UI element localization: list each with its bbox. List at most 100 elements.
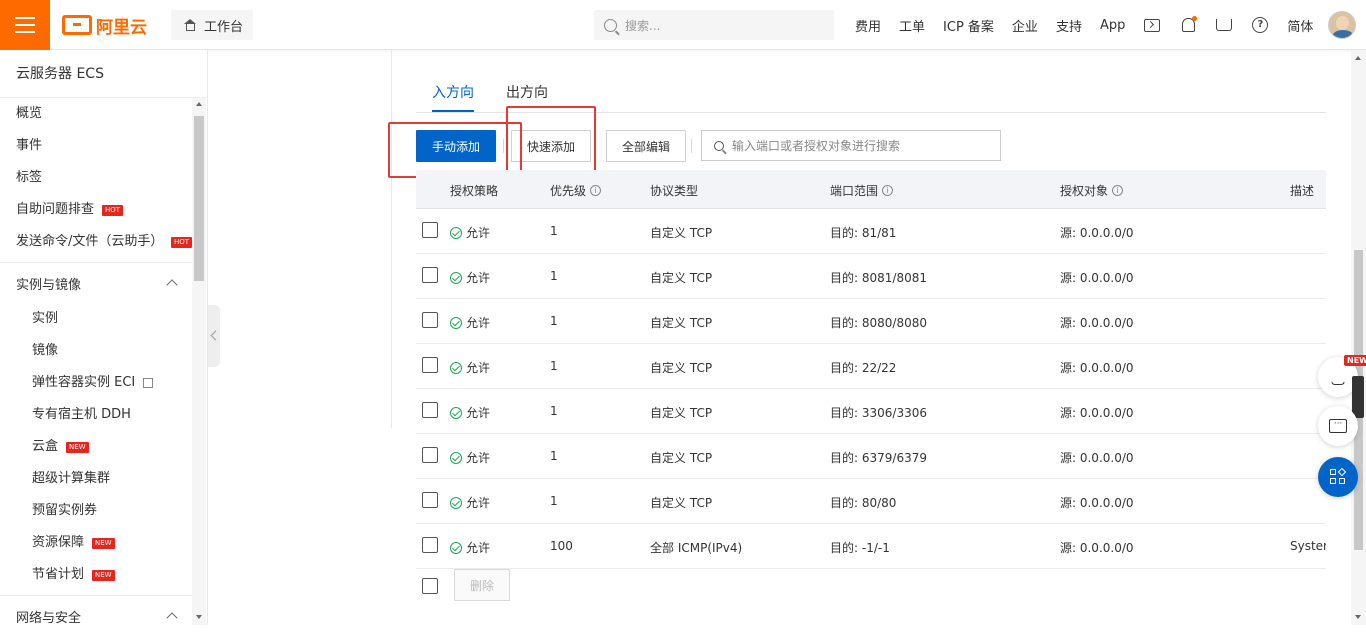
workbench-button[interactable]: 工作台: [171, 10, 253, 40]
sidebar-item-label: 实例: [32, 311, 59, 326]
sidebar-item-ddh[interactable]: 专有宿主机 DDH: [0, 399, 192, 431]
home-icon: [183, 19, 196, 31]
table-row: 允许 1 自定义 TCP 目的: 80/80 源: 0.0.0.0/0: [416, 479, 1326, 524]
sidebar-item-label: 镜像: [32, 343, 59, 358]
row-checkbox[interactable]: [422, 402, 438, 418]
protocol-cell: 自定义 TCP: [650, 226, 713, 240]
manual-add-button[interactable]: 手动添加: [416, 130, 496, 162]
protocol-cell: 自定义 TCP: [650, 316, 713, 330]
sidebar-item-cloud-assistant[interactable]: 发送命令/文件（云助手） HOT: [0, 226, 192, 258]
check-circle-icon: [450, 451, 462, 464]
sidebar-collapse-button[interactable]: [208, 305, 220, 367]
scroll-up-icon: [1355, 56, 1361, 60]
nav-support[interactable]: 支持: [1056, 16, 1082, 35]
sidebar-item-label: 概览: [16, 106, 43, 121]
sidebar-scrollbar[interactable]: [192, 98, 206, 625]
sidebar-group-label: 实例与镜像: [16, 277, 82, 293]
rule-search-input[interactable]: 输入端口或者授权对象进行搜索: [701, 130, 1001, 161]
sidebar-item-label: 超级计算集群: [32, 471, 111, 486]
col-label: 协议类型: [650, 184, 699, 198]
sidebar-item-cloud-box[interactable]: 云盒 NEW: [0, 431, 192, 463]
edit-all-button[interactable]: 全部编辑: [606, 130, 686, 162]
auth-object-cell: 源: 0.0.0.0/0: [1060, 226, 1134, 240]
nav-tickets[interactable]: 工单: [899, 16, 925, 35]
sidebar-item-events[interactable]: 事件: [0, 130, 192, 162]
nav-billing[interactable]: 费用: [855, 16, 881, 35]
sidebar-group-instances[interactable]: 实例与镜像: [0, 262, 192, 303]
sidebar-item-label: 弹性容器实例 ECI: [32, 375, 136, 390]
sidebar-item-scc[interactable]: 超级计算集群: [0, 463, 192, 495]
workbench-label: 工作台: [204, 19, 244, 35]
row-checkbox[interactable]: [422, 357, 438, 373]
brand-logo[interactable]: 阿里云: [62, 13, 147, 38]
priority-cell: 1: [550, 314, 558, 328]
hamburger-menu-button[interactable]: [0, 0, 50, 50]
nav-enterprise[interactable]: 企业: [1012, 16, 1038, 35]
cart-button[interactable]: [1215, 16, 1233, 34]
toolbar-divider: [503, 139, 504, 153]
info-icon[interactable]: i: [1112, 185, 1124, 196]
side-toolbar-strip[interactable]: [1352, 376, 1364, 418]
terminal-button[interactable]: [1143, 16, 1161, 34]
sidebar-item-tags[interactable]: 标签: [0, 162, 192, 194]
row-checkbox[interactable]: [422, 312, 438, 328]
sidebar-menu: 概览 事件 标签 自助问题排查 HOT 发送命令/文件（云助手） HOT 实例与镜像…: [0, 98, 192, 636]
sidebar-group-label: 网络与安全: [16, 610, 82, 626]
policy-cell: 允许: [450, 449, 490, 466]
sidebar-group-network[interactable]: 网络与安全: [0, 595, 192, 636]
sidebar-item-reserved-instances[interactable]: 预留实例券: [0, 495, 192, 527]
policy-text: 允许: [466, 316, 491, 330]
row-checkbox[interactable]: [422, 267, 438, 283]
select-all-checkbox[interactable]: [422, 578, 438, 594]
language-switch[interactable]: 简体: [1287, 16, 1313, 35]
row-checkbox[interactable]: [422, 537, 438, 553]
col-description: 描述: [1290, 182, 1314, 199]
nav-icp[interactable]: ICP 备案: [943, 16, 994, 35]
col-policy: 授权策略: [450, 182, 498, 199]
new-badge: NEW: [1344, 355, 1366, 366]
sidebar-item-images[interactable]: 镜像: [0, 335, 192, 367]
sidebar-item-self-diagnosis[interactable]: 自助问题排查 HOT: [0, 194, 192, 226]
user-avatar[interactable]: [1328, 11, 1356, 39]
sidebar-item-instances[interactable]: 实例: [0, 303, 192, 335]
sidebar-item-overview[interactable]: 概览: [0, 98, 192, 130]
help-button[interactable]: ?: [1251, 16, 1269, 34]
col-label: 授权策略: [450, 184, 499, 198]
scroll-thumb[interactable]: [194, 116, 204, 281]
info-icon[interactable]: i: [590, 185, 602, 196]
sidebar-item-eci[interactable]: 弹性容器实例 ECI: [0, 367, 192, 399]
chat-icon: ···: [1329, 419, 1347, 433]
info-icon[interactable]: i: [882, 185, 894, 196]
sidebar-item-label: 专有宿主机 DDH: [32, 407, 131, 422]
cart-icon: [1216, 19, 1233, 31]
aliyun-logo-icon: [62, 15, 92, 35]
notification-button[interactable]: [1179, 16, 1197, 34]
page-scrollbar[interactable]: [1351, 50, 1366, 625]
sidebar-title: 云服务器 ECS: [0, 50, 207, 98]
policy-cell: 允许: [450, 539, 490, 556]
col-label: 优先级: [550, 184, 587, 198]
col-label: 描述: [1290, 184, 1315, 198]
hot-badge: HOT: [170, 236, 192, 248]
nav-app[interactable]: App: [1100, 18, 1125, 33]
priority-cell: 1: [550, 359, 558, 373]
scroll-down-icon: [1355, 615, 1361, 619]
row-checkbox[interactable]: [422, 447, 438, 463]
tab-outbound[interactable]: 出方向: [506, 82, 548, 112]
external-link-icon: [143, 378, 154, 388]
col-auth-object: 授权对象 i: [1060, 182, 1124, 199]
delete-button[interactable]: 删除: [454, 569, 510, 601]
tab-inbound[interactable]: 入方向: [432, 82, 474, 112]
sidebar-item-resource-assurance[interactable]: 资源保障 NEW: [0, 527, 192, 559]
apps-button[interactable]: [1318, 457, 1358, 497]
table-row: 允许 1 自定义 TCP 目的: 3306/3306 源: 0.0.0.0/0: [416, 389, 1326, 434]
table-row: 允许 1 自定义 TCP 目的: 81/81 源: 0.0.0.0/0: [416, 209, 1326, 254]
chat-button[interactable]: ···: [1318, 406, 1358, 446]
sidebar-item-savings-plan[interactable]: 节省计划 NEW: [0, 559, 192, 591]
sidebar-item-label: 预留实例券: [32, 503, 98, 518]
row-checkbox[interactable]: [422, 222, 438, 238]
row-checkbox[interactable]: [422, 492, 438, 508]
global-search-input[interactable]: 搜索...: [594, 10, 834, 40]
quick-add-button[interactable]: 快速添加: [511, 130, 591, 162]
policy-text: 允许: [466, 271, 491, 285]
